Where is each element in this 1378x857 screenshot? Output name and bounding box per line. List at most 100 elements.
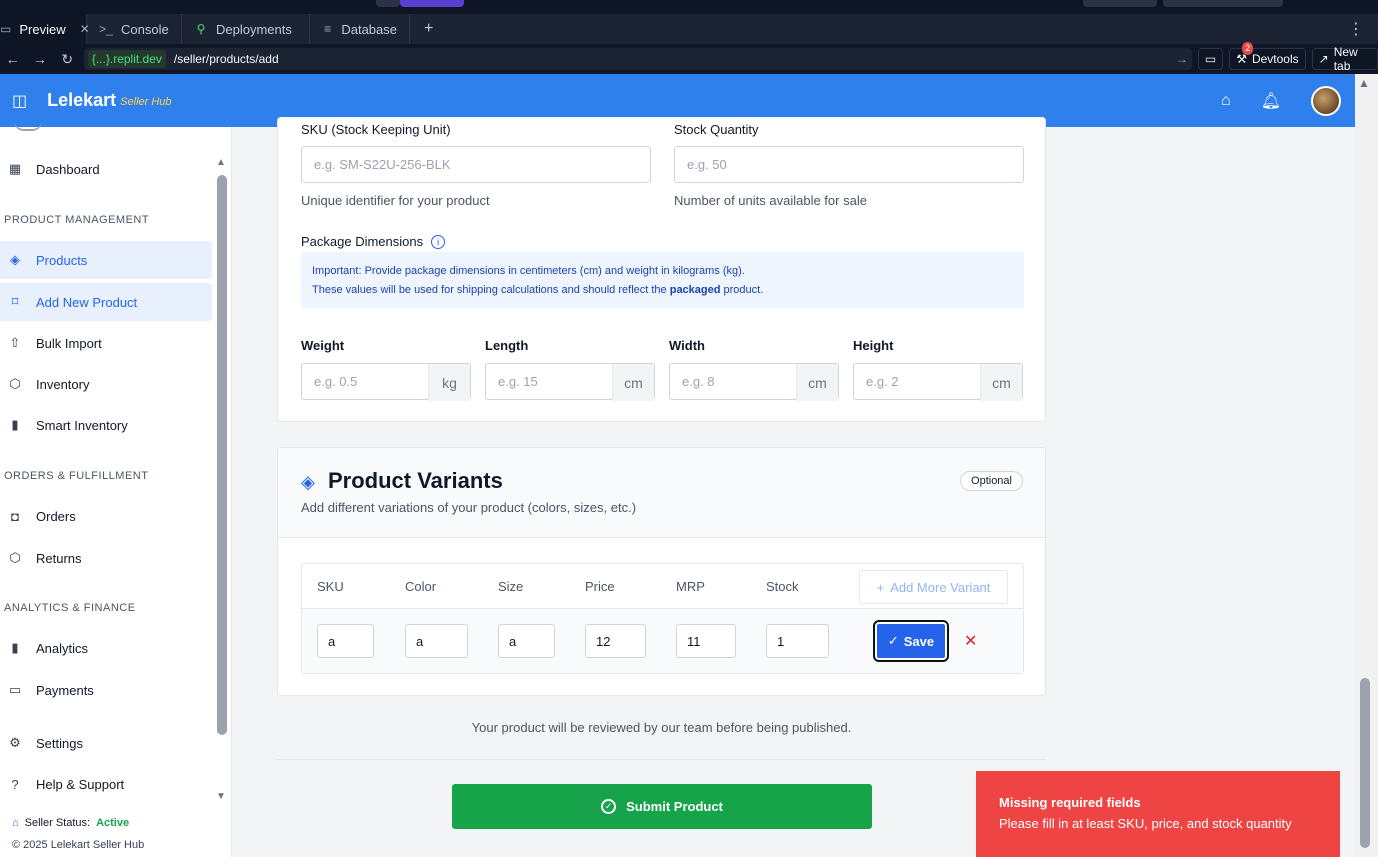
sidebar-item-orders[interactable]: ◘ Orders [0,497,212,535]
store-icon: ⌂ [12,817,19,829]
package-info-box: Important: Provide package dimensions in… [301,252,1024,308]
new-tab-plus-icon[interactable]: + [410,14,447,44]
reload-icon[interactable]: ↻ [57,51,78,68]
main-content: SKU (Stock Keeping Unit) e.g. SM-S22U-25… [232,117,1355,857]
replit-tab-bar: ▭ Preview ✕ >_ Console ⚲ Deployments ≡ D… [0,14,1378,44]
sidebar-item-smart-inventory[interactable]: ▮ Smart Inventory [0,406,212,444]
scrollbar-thumb[interactable] [217,175,227,735]
variants-table-header: SKU Color Size Price MRP Stock + Add Mor… [302,564,1023,609]
toast-message: Please fill in at least SKU, price, and … [999,816,1292,831]
error-toast[interactable]: Missing required fields Please fill in a… [976,771,1340,857]
unit-kg: kg [428,364,470,401]
scroll-down-icon[interactable]: ▼ [216,791,226,802]
replit-url-bar: ← → ↻ {...}.replit.dev /seller/products/… [0,42,1378,74]
variant-stock-input[interactable]: 1 [766,624,829,658]
bell-icon[interactable]: 🔔︎ [1261,91,1281,111]
package-dimensions-title: Package Dimensions i [301,234,446,249]
bar-chart-icon: ▮ [11,417,19,432]
scroll-up-icon[interactable]: ▲ [216,157,226,168]
column-header: Price [585,579,615,594]
column-header: MRP [676,579,705,594]
width-input[interactable]: e.g. 8 cm [669,363,839,401]
stock-label: Stock Quantity [674,122,759,137]
submit-product-button[interactable]: ✓ Submit Product [452,784,872,829]
bag-icon: ◘ [11,508,19,524]
help-icon: ? [11,776,19,792]
url-path: /seller/products/add [173,52,279,66]
bookmark-icon: ⌑ [11,294,19,309]
app-preview: ◫ Lelekart Seller Hub ⌂ 🔔︎ ▦ Dashboard P… [0,74,1378,857]
sidebar-item-analytics[interactable]: ▮ Analytics [0,629,212,667]
gear-icon: ⚙ [9,735,21,750]
sidebar-item-payments[interactable]: ▭ Payments [0,671,212,709]
tab-preview[interactable]: ▭ Preview ✕ [0,14,90,44]
forward-arrow-icon[interactable]: → [29,51,50,67]
sku-input[interactable]: e.g. SM-S22U-256-BLK [301,146,651,183]
height-input[interactable]: e.g. 2 cm [853,363,1023,401]
url-field[interactable]: {...}.replit.dev /seller/products/add → [83,48,1192,70]
screen-icon: ▭ [1204,52,1217,66]
variant-price-input[interactable]: 12 [585,624,646,658]
variants-subtitle: Add different variations of your product… [301,500,637,515]
variants-card: ◈ Product Variants Add different variati… [277,447,1046,696]
scrollbar-thumb[interactable] [1360,678,1370,848]
screen-button[interactable]: ▭ [1197,48,1224,70]
external-link-icon: ↗ [1318,52,1329,66]
scroll-up-icon[interactable]: ▲ [1358,76,1370,90]
save-variant-button[interactable]: ✓ Save [873,620,949,662]
status-badge: Active [96,817,130,829]
stock-help: Number of units available for sale [674,193,867,208]
page-scrollbar[interactable]: ▲ [1355,74,1378,857]
sidebar-item-dashboard[interactable]: ▦ Dashboard [0,150,212,188]
delete-variant-icon[interactable]: ✕ [964,631,977,651]
stock-input[interactable]: e.g. 50 [674,146,1024,183]
top-strip-pill [1163,0,1283,7]
bar-chart-icon: ▮ [11,640,19,655]
sidebar-item-inventory[interactable]: ⬡ Inventory [0,365,212,403]
seller-status: ⌂ Seller Status: Active [12,817,130,829]
variant-sku-input[interactable]: a [317,624,374,658]
sidebar-scrollbar[interactable]: ▲ ▼ [216,157,228,802]
column-header: SKU [317,579,344,594]
column-header: Color [405,579,437,594]
add-more-variant-button[interactable]: + Add More Variant [859,570,1008,604]
upload-icon: ⇧ [9,335,21,350]
devtools-button[interactable]: ⚒ Devtools 2 [1229,42,1306,70]
sidebar-avatar [14,121,42,131]
brand-name[interactable]: Lelekart [47,90,116,111]
sku-label: SKU (Stock Keeping Unit) [301,122,451,137]
info-icon[interactable]: i [431,234,446,249]
length-input[interactable]: e.g. 15 cm [485,363,655,401]
section-product-management: PRODUCT MANAGEMENT [4,214,150,226]
sidebar-item-returns[interactable]: ⬡ Returns [0,539,212,577]
sidebar-item-settings[interactable]: ⚙ Settings [0,724,212,762]
sidebar-item-bulk-import[interactable]: ⇧ Bulk Import [0,324,212,362]
sidebar-item-help-support[interactable]: ? Help & Support [0,765,212,803]
monitor-icon: ▭ [0,22,12,36]
sidebar-item-add-new-product[interactable]: ⌑ Add New Product [0,283,212,321]
variant-size-input[interactable]: a [498,624,555,658]
sidebar-toggle-icon[interactable]: ◫ [12,91,27,111]
tab-console[interactable]: >_ Console [87,14,182,44]
go-arrow-icon[interactable]: → [1176,52,1188,66]
variants-title: Product Variants [328,468,503,493]
box-icon: ⬡ [9,376,21,391]
sidebar-item-products[interactable]: ◈ Products [0,241,212,279]
height-label: Height [853,338,894,353]
variant-mrp-input[interactable]: 11 [676,624,736,658]
weight-input[interactable]: e.g. 0.5 kg [301,363,471,401]
tab-database[interactable]: ≡ Database [310,14,410,44]
section-analytics-finance: ANALYTICS & FINANCE [4,602,136,614]
unit-cm: cm [796,364,838,401]
avatar[interactable] [1311,85,1341,116]
variant-color-input[interactable]: a [405,624,468,658]
variants-header: ◈ Product Variants Add different variati… [278,448,1045,538]
tab-deployments[interactable]: ⚲ Deployments [182,14,310,44]
credit-card-icon: ▭ [8,682,22,697]
optional-badge: Optional [960,471,1023,491]
review-note: Your product will be reviewed by our tea… [471,720,852,735]
more-icon[interactable]: ⋮ [1334,14,1378,44]
new-tab-button[interactable]: ↗ New tab [1311,45,1378,73]
back-arrow-icon[interactable]: ← [2,51,23,67]
store-icon[interactable]: ⌂ [1221,92,1231,110]
